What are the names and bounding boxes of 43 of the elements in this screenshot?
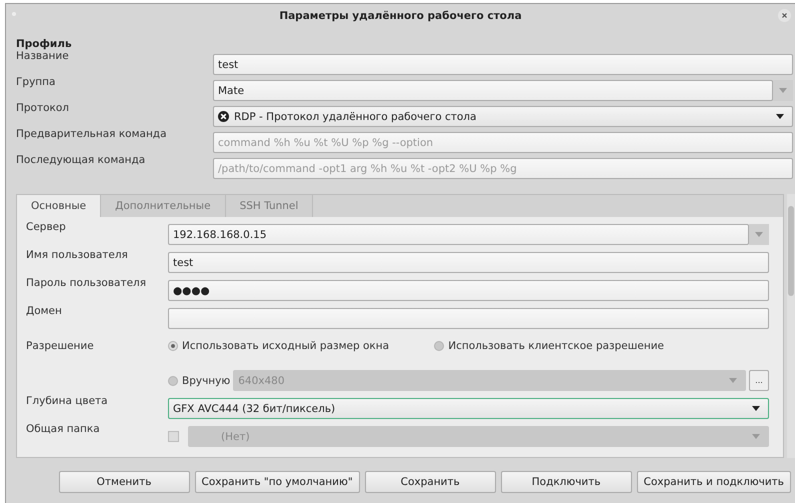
close-icon[interactable]: [778, 9, 791, 22]
field-label: Протокол: [15, 102, 70, 114]
input-field[interactable]: [168, 308, 769, 329]
input-field[interactable]: Mate: [213, 80, 773, 101]
input-field[interactable]: 192.168.168.0.15: [168, 224, 749, 245]
input-field[interactable]: test: [213, 54, 793, 75]
field-label: Домен: [26, 305, 63, 317]
dropdown[interactable]: RDP - Протокол удалённого рабочего стола: [213, 106, 793, 127]
dropdown-arrow-icon: [752, 434, 760, 439]
field-label: Имя пользователя: [26, 249, 129, 261]
radio-button[interactable]: Использовать клиентское разрешение: [434, 340, 664, 352]
dropdown-button[interactable]: [773, 80, 793, 101]
dropdown-arrow-icon: [755, 232, 763, 237]
dialog-button[interactable]: Сохранить "по умолчанию": [194, 471, 360, 493]
field-label: Предварительная команда: [15, 128, 168, 140]
field-label: Пароль пользователя: [26, 277, 148, 289]
dropdown-arrow-icon: [729, 378, 737, 383]
radio-button[interactable]: Вручную: [168, 374, 230, 386]
input-field[interactable]: ●●●●: [168, 280, 769, 301]
window-title: Параметры удалённого рабочего стола: [279, 10, 522, 22]
field-label: Группа: [15, 76, 56, 88]
field-label: Разрешение: [26, 340, 95, 352]
dropdown-arrow-icon: [779, 88, 787, 93]
dialog-button[interactable]: Сохранить и подключить: [636, 471, 791, 493]
dialog-button[interactable]: Сохранить: [364, 471, 496, 493]
checkbox[interactable]: [168, 431, 179, 442]
browse-button[interactable]: ...: [749, 370, 769, 391]
input-field[interactable]: test: [168, 252, 769, 273]
field-label: Глубина цвета: [26, 395, 109, 407]
field-label: Сервер: [26, 221, 67, 233]
section-heading: Профиль: [16, 38, 72, 50]
dropdown-button[interactable]: [749, 224, 769, 245]
field-label: Общая папка: [26, 423, 101, 435]
dialog-button[interactable]: Подключить: [500, 471, 632, 493]
field-label: Последующая команда: [15, 154, 146, 166]
dropdown[interactable]: GFX AVC444 (32 бит/пиксель): [168, 398, 769, 419]
dropdown-arrow-icon: [752, 406, 760, 411]
radio-button[interactable]: Использовать исходный размер окна: [168, 340, 390, 352]
scrollbar[interactable]: [787, 194, 795, 458]
tab[interactable]: Основные: [17, 195, 102, 217]
dropdown-arrow-icon: [776, 114, 784, 119]
field-label: Название: [15, 50, 70, 62]
dialog-button[interactable]: Отменить: [58, 471, 190, 493]
